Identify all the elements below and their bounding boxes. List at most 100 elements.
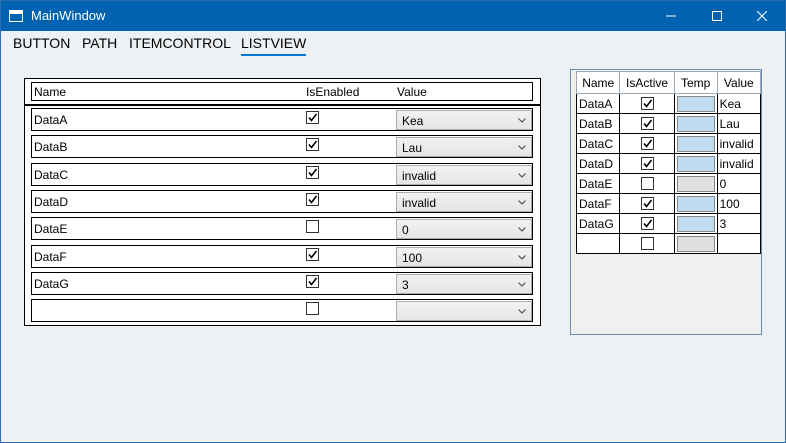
value-combobox[interactable]: 100 [396,246,532,267]
cell-isactive[interactable] [619,133,675,154]
value-combobox[interactable] [396,301,532,322]
tab-button[interactable]: BUTTON [13,35,70,54]
col-header-isactive[interactable]: IsActive [619,71,675,94]
cell-value[interactable]: Lau [716,113,762,134]
header-value[interactable]: Value [397,85,427,99]
list-item[interactable]: DataE 0 [31,217,533,241]
check-icon [642,219,652,228]
value-combobox[interactable]: invalid [396,164,532,185]
list-view[interactable]: Name IsEnabled Value DataA Kea DataB Lau Dat… [24,78,541,326]
cell-name[interactable] [575,233,621,254]
cell-value[interactable]: Kea [716,93,762,114]
cell-name[interactable]: DataB [575,113,621,134]
list-item[interactable]: DataB Lau [31,135,533,159]
isactive-checkbox[interactable] [640,217,654,230]
table-row[interactable]: DataG 3 [575,213,762,234]
list-item[interactable]: DataF 100 [31,244,533,268]
cell-temp[interactable] [673,93,718,114]
tab-listview[interactable]: LISTVIEW [241,35,307,56]
isenabled-checkbox[interactable] [306,274,319,288]
isenabled-checkbox[interactable] [306,247,319,261]
table-row[interactable]: DataC invalid [575,133,762,154]
col-header-value[interactable]: Value [716,71,762,94]
cell-temp[interactable] [673,113,718,134]
isactive-checkbox[interactable] [640,157,654,170]
cell-name[interactable]: DataG [575,213,621,234]
list-item[interactable] [31,299,533,323]
maximize-button[interactable] [694,1,740,31]
cell-name[interactable]: DataC [575,133,621,154]
cell-name[interactable]: DataF [575,193,621,214]
cell-isactive[interactable] [619,173,675,194]
value-combobox[interactable]: Kea [396,110,532,130]
isactive-checkbox[interactable] [640,117,654,130]
header-name[interactable]: Name [34,85,66,99]
cell-temp[interactable] [673,193,718,214]
check-icon [308,277,318,286]
value-combobox[interactable]: 3 [396,273,532,294]
isenabled-checkbox[interactable] [306,302,319,316]
isenabled-checkbox[interactable] [306,111,319,124]
value-combobox[interactable]: 0 [396,219,532,240]
title-bar[interactable]: MainWindow [1,1,785,31]
table-row[interactable]: DataD invalid [575,153,762,174]
cell-isactive[interactable] [619,113,675,134]
cell-temp[interactable] [673,213,718,234]
value-combobox[interactable]: Lau [396,137,532,158]
table-row[interactable]: DataB Lau [575,113,762,134]
cell-temp[interactable] [673,153,718,174]
col-header-temp[interactable]: Temp [673,71,718,94]
check-icon [642,119,652,128]
cell-isactive[interactable] [619,233,675,254]
check-icon [308,140,318,150]
isactive-checkbox[interactable] [640,197,654,210]
isactive-checkbox[interactable] [640,237,654,250]
isactive-checkbox[interactable] [640,97,654,110]
cell-value[interactable] [716,233,762,254]
cell-isactive[interactable] [619,213,675,234]
minimize-button[interactable] [648,1,694,31]
cell-name[interactable]: DataE [575,173,621,194]
cell-value[interactable]: 3 [716,213,762,234]
isenabled-checkbox[interactable] [306,138,319,152]
cell-temp[interactable] [673,233,718,254]
cell-value[interactable]: invalid [716,153,762,174]
table-row[interactable] [575,233,762,254]
cell-name[interactable]: DataA [575,93,621,114]
isactive-checkbox[interactable] [640,137,654,150]
table-row[interactable]: DataF 100 [575,193,762,214]
isactive-checkbox[interactable] [640,177,654,190]
combobox-value: 0 [402,223,409,238]
chevron-down-icon [518,254,526,260]
list-item-name: DataE [34,222,68,237]
value-combobox[interactable]: invalid [396,191,532,212]
col-header-name[interactable]: Name [575,71,621,94]
isenabled-checkbox[interactable] [306,220,319,234]
table-row[interactable]: DataE 0 [575,173,762,194]
isenabled-checkbox[interactable] [306,192,319,206]
combobox-value: invalid [402,195,437,210]
list-item[interactable]: DataD invalid [31,189,533,213]
data-grid[interactable]: Name IsActive Temp Value DataA Kea DataB La… [570,69,762,335]
cell-isactive[interactable] [619,93,675,114]
header-divider [25,104,540,106]
list-item[interactable]: DataA Kea [31,108,533,131]
list-item[interactable]: DataG 3 [31,271,533,295]
cell-isactive[interactable] [619,153,675,174]
check-icon [308,113,318,122]
table-row[interactable]: DataA Kea [575,93,762,114]
cell-value[interactable]: 100 [716,193,762,214]
header-isenabled[interactable]: IsEnabled [306,85,359,99]
cell-value[interactable]: 0 [716,173,762,194]
cell-name[interactable]: DataD [575,153,621,174]
isenabled-checkbox[interactable] [306,165,319,179]
cell-temp[interactable] [673,173,718,194]
cell-temp[interactable] [673,133,718,154]
cell-isactive[interactable] [619,193,675,214]
list-item[interactable]: DataC invalid [31,162,533,186]
close-button[interactable] [739,1,785,31]
cell-value[interactable]: invalid [716,133,762,154]
tab-path[interactable]: PATH [82,35,117,54]
tab-itemcontrol[interactable]: ITEMCONTROL [129,35,231,54]
list-item-name: DataC [34,167,69,182]
